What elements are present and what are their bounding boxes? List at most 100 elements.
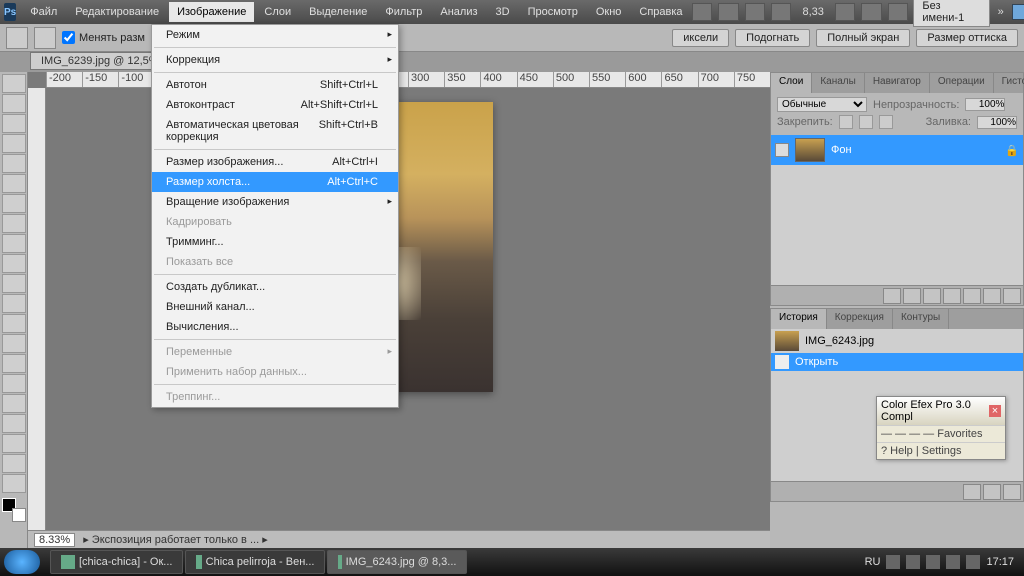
menu-item[interactable]: Тримминг... (152, 232, 398, 252)
menu-item[interactable]: Создать дубликат... (152, 277, 398, 297)
opacity-input[interactable] (965, 98, 1005, 111)
gradient-tool[interactable] (2, 294, 26, 313)
panel-tab[interactable]: Гистограм (994, 73, 1024, 93)
screenmode-icon[interactable] (745, 3, 765, 21)
wand-tool[interactable] (2, 134, 26, 153)
taskbar-task[interactable]: Chica pelirroja - Вен... (185, 550, 325, 574)
start-button[interactable] (4, 550, 40, 574)
menu-item[interactable]: АвтоконтрастAlt+Shift+Ctrl+L (152, 95, 398, 115)
resize-checkbox-input[interactable] (62, 31, 75, 44)
new-doc-icon[interactable] (983, 484, 1001, 500)
screenmode-icon[interactable] (692, 3, 712, 21)
blur-tool[interactable] (2, 314, 26, 333)
volume-icon[interactable] (966, 555, 980, 569)
history-brush-tool[interactable] (2, 254, 26, 273)
stamp-tool[interactable] (2, 234, 26, 253)
menu-файл[interactable]: Файл (22, 2, 65, 22)
hand-tool-icon[interactable] (34, 27, 56, 49)
menu-фильтр[interactable]: Фильтр (377, 2, 430, 22)
menu-item[interactable]: Коррекция (152, 50, 398, 70)
new-snapshot-icon[interactable] (963, 484, 981, 500)
crop-tool[interactable] (2, 154, 26, 173)
layer-thumb[interactable] (795, 138, 825, 162)
taskbar-task[interactable]: [chica-chica] - Ок... (50, 550, 183, 574)
tray-icon[interactable] (906, 555, 920, 569)
screenmode-icon[interactable] (718, 3, 738, 21)
close-icon[interactable]: × (989, 405, 1001, 417)
pen-tool[interactable] (2, 354, 26, 373)
panel-tab[interactable]: Слои (771, 73, 812, 93)
fx-icon[interactable] (903, 288, 921, 304)
panel-tab[interactable]: Операции (930, 73, 994, 93)
hand-tool[interactable] (2, 454, 26, 473)
menu-3d[interactable]: 3D (488, 2, 518, 22)
layer-name[interactable]: Фон (831, 144, 852, 156)
marquee-tool[interactable] (2, 94, 26, 113)
trash-icon[interactable] (1003, 484, 1021, 500)
visibility-icon[interactable] (775, 143, 789, 157)
history-snapshot[interactable]: IMG_6243.jpg (771, 329, 1023, 353)
menu-item[interactable]: АвтотонShift+Ctrl+L (152, 75, 398, 95)
option-button[interactable]: Подогнать (735, 29, 810, 47)
shape-tool[interactable] (2, 414, 26, 433)
adjustment-icon[interactable] (943, 288, 961, 304)
panel-tab[interactable]: Контуры (893, 309, 949, 329)
zoom-tool[interactable] (2, 474, 26, 493)
lang-indicator[interactable]: RU (865, 556, 881, 568)
tray-icon[interactable] (886, 555, 900, 569)
color-swatches[interactable] (2, 498, 26, 522)
menu-слои[interactable]: Слои (256, 2, 299, 22)
menu-изображение[interactable]: Изображение (169, 2, 254, 22)
eraser-tool[interactable] (2, 274, 26, 293)
menu-item[interactable]: Автоматическая цветовая коррекцияShift+C… (152, 115, 398, 147)
arrange-icon[interactable] (771, 3, 791, 21)
fill-input[interactable] (977, 116, 1017, 129)
minimize-button[interactable] (1012, 4, 1024, 20)
eyedropper-tool[interactable] (2, 174, 26, 193)
lock-position-icon[interactable] (859, 115, 873, 129)
new-layer-icon[interactable] (983, 288, 1001, 304)
layer-row[interactable]: Фон 🔒 (771, 135, 1023, 165)
blend-mode-select[interactable]: Обычные (777, 97, 867, 112)
heal-tool[interactable] (2, 194, 26, 213)
menu-item[interactable]: Вычисления... (152, 317, 398, 337)
move-tool[interactable] (2, 74, 26, 93)
option-button[interactable]: Полный экран (816, 29, 910, 47)
group-icon[interactable] (963, 288, 981, 304)
history-step[interactable]: Открыть (771, 353, 1023, 371)
panel-tab[interactable]: Навигатор (865, 73, 930, 93)
taskbar-task[interactable]: IMG_6243.jpg @ 8,3... (327, 550, 467, 574)
chevron-icon[interactable]: » (998, 6, 1004, 18)
dodge-tool[interactable] (2, 334, 26, 353)
link-icon[interactable] (883, 288, 901, 304)
zoom-icon[interactable] (861, 3, 881, 21)
menu-редактирование[interactable]: Редактирование (67, 2, 167, 22)
lasso-tool[interactable] (2, 114, 26, 133)
path-tool[interactable] (2, 394, 26, 413)
option-button[interactable]: иксели (672, 29, 729, 47)
lock-pixels-icon[interactable] (839, 115, 853, 129)
menu-item[interactable]: Режим (152, 25, 398, 45)
panel-tab[interactable]: История (771, 309, 827, 329)
menu-item[interactable]: Размер холста...Alt+Ctrl+C (152, 172, 398, 192)
option-button[interactable]: Размер оттиска (916, 29, 1018, 47)
workspace-name[interactable]: Без имени-1 (913, 0, 989, 27)
menu-item[interactable]: Размер изображения...Alt+Ctrl+I (152, 152, 398, 172)
rotate-icon[interactable] (888, 3, 908, 21)
lock-all-icon[interactable] (879, 115, 893, 129)
clock[interactable]: 17:17 (986, 556, 1014, 568)
resize-checkbox[interactable]: Менять разм (62, 31, 145, 44)
tray-icon[interactable] (946, 555, 960, 569)
color-efex-panel[interactable]: Color Efex Pro 3.0 Compl × — — — — Favor… (876, 396, 1006, 460)
menu-item[interactable]: Вращение изображения (152, 192, 398, 212)
type-tool[interactable] (2, 374, 26, 393)
3d-tool[interactable] (2, 434, 26, 453)
menu-окно[interactable]: Окно (588, 2, 630, 22)
menu-справка[interactable]: Справка (631, 2, 690, 22)
tool-preset-icon[interactable] (6, 27, 28, 49)
menu-выделение[interactable]: Выделение (301, 2, 375, 22)
panel-tab[interactable]: Каналы (812, 73, 865, 93)
menu-item[interactable]: Внешний канал... (152, 297, 398, 317)
mask-icon[interactable] (923, 288, 941, 304)
brush-tool[interactable] (2, 214, 26, 233)
